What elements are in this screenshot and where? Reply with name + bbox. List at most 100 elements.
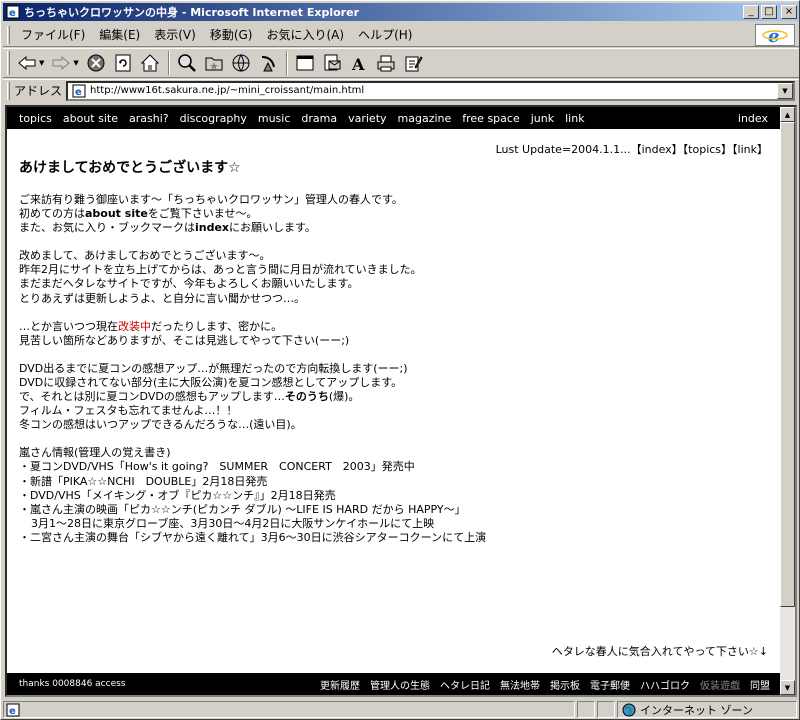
footer-link-hahagoroku[interactable]: ハハゴロク [640,677,690,692]
font-icon: A [351,55,365,73]
page-icon: e [71,83,87,99]
svg-text:e: e [9,8,16,19]
paragraph-dvd: DVD出るまでに夏コンの感想アップ…が無理だったので方向転換します(ーー;) D… [19,361,408,432]
address-dropdown-icon[interactable]: ▼ [777,82,793,99]
nav-free-space[interactable]: free space [462,112,519,125]
footer-link-profile[interactable]: 管理人の生態 [370,677,430,692]
scroll-up-icon[interactable]: ▲ [780,107,795,122]
page-headline: あけましておめでとうございます☆ [19,160,241,176]
footer-message: ヘタレな春人に気合入れてやって下さい☆↓ [551,645,768,658]
font-size-button[interactable]: A [346,50,372,76]
search-button[interactable] [174,50,200,76]
edit-button[interactable] [400,50,426,76]
menu-help[interactable]: ヘルプ(H) [351,24,419,45]
back-arrow-icon [18,56,36,70]
index-link[interactable]: index [195,221,229,234]
scroll-thumb[interactable] [780,122,795,607]
channels-button[interactable] [255,50,281,76]
zone-label: インターネット ゾーン [640,703,753,717]
address-input[interactable]: e http://www16t.sakura.ne.jp/~mini_crois… [66,80,795,101]
maximize-button[interactable]: □ [761,5,777,19]
stop-icon [87,54,105,72]
favorites-folder-icon [205,57,223,71]
paragraph-welcome: ご来訪有り難う御座います～「ちっちゃいクロワッサン」管理人の春人です。 初めての… [19,193,403,235]
menu-view[interactable]: 表示(V) [147,24,203,45]
history-button[interactable] [228,50,254,76]
footer-link-mail[interactable]: 電子郵便 [590,677,630,692]
history-globe-icon [232,54,250,72]
web-page: topics about site arashi? discography mu… [7,107,780,695]
nav-discography[interactable]: discography [180,112,247,125]
address-grip[interactable] [7,81,10,100]
status-panel-1 [577,701,595,718]
minimize-button[interactable]: _ [743,5,759,19]
address-bar: アドレス e http://www16t.sakura.ne.jp/~mini_… [3,79,799,101]
access-counter: thanks 0008846 access [19,679,126,689]
nav-magazine[interactable]: magazine [398,112,452,125]
edit-pencil-icon [405,56,423,72]
nav-link[interactable]: link [565,112,584,125]
menu-favorites[interactable]: お気に入り(A) [259,24,351,45]
footer-link-costume[interactable]: 仮装遊戯 [700,677,740,692]
menu-bar: ファイル(F) 編集(E) 表示(V) 移動(G) お気に入り(A) ヘルプ(H… [3,23,799,47]
satellite-icon [261,56,275,72]
menu-edit[interactable]: 編集(E) [92,24,147,45]
search-icon [178,54,196,72]
print-button[interactable] [373,50,399,76]
svg-text:A: A [351,55,365,73]
internet-zone-globe-icon [622,703,636,716]
footer-link-alliance[interactable]: 同盟 [750,677,770,692]
footer-link-history[interactable]: 更新履歴 [320,677,360,692]
nav-about-site[interactable]: about site [63,112,118,125]
back-dropdown-icon[interactable]: ▼ [39,59,44,67]
ie-page-icon: e [5,4,21,20]
nav-junk[interactable]: junk [531,112,554,125]
browser-window: e ちっちゃいクロワッサンの中身 - Microsoft Internet Ex… [0,0,800,720]
mail-button[interactable] [319,50,345,76]
nav-variety[interactable]: variety [348,112,386,125]
toolbar-grip[interactable] [7,51,10,75]
stop-button[interactable] [83,50,109,76]
page-status-icon: e [6,703,20,717]
forward-button[interactable] [48,50,74,76]
nav-index[interactable]: index [738,112,768,125]
last-update[interactable]: Lust Update=2004.1.1...【index】【topics】【l… [496,141,768,157]
address-url[interactable]: http://www16t.sakura.ne.jp/~mini_croissa… [90,85,777,96]
window-title: ちっちゃいクロワッサンの中身 - Microsoft Internet Expl… [24,6,359,19]
refresh-button[interactable] [110,50,136,76]
title-bar[interactable]: e ちっちゃいクロワッサンの中身 - Microsoft Internet Ex… [3,3,799,21]
back-button[interactable] [14,50,40,76]
fullscreen-icon [296,55,314,71]
footer-link-diary[interactable]: ヘタレ日記 [440,677,490,692]
scroll-down-icon[interactable]: ▼ [780,680,795,695]
menu-go[interactable]: 移動(G) [203,24,260,45]
vertical-scrollbar[interactable]: ▲ ▼ [780,107,795,695]
menu-grip[interactable] [7,25,10,44]
paragraph-renovation: …とか言いつつ現在改装中だったりします、密かに。 見苦しい箇所などありますが、そ… [19,319,350,347]
favorites-button[interactable] [201,50,227,76]
svg-text:e: e [75,87,82,98]
refresh-icon [115,54,131,72]
footer-link-bbs[interactable]: 掲示板 [550,677,580,692]
home-icon [140,54,159,72]
forward-arrow-icon [52,56,71,70]
renovation-text: 改装中 [118,319,151,333]
home-button[interactable] [137,50,163,76]
nav-music[interactable]: music [258,112,291,125]
forward-dropdown-icon[interactable]: ▼ [73,59,78,67]
nav-drama[interactable]: drama [301,112,337,125]
svg-text:e: e [768,26,779,45]
main-text: ご来訪有り難う御座います～「ちっちゃいクロワッサン」管理人の春人です。 初めての… [19,193,759,559]
page-viewport: topics about site arashi? discography mu… [5,105,797,697]
footer-link-lawless[interactable]: 無法地帯 [500,677,540,692]
paragraph-info: 嵐さん情報(管理人の覚え書き) ・夏コンDVD/VHS「How's it goi… [19,446,487,544]
close-button[interactable]: × [781,5,797,19]
fullscreen-button[interactable] [292,50,318,76]
about-site-link[interactable]: about site [85,207,148,220]
nav-topics[interactable]: topics [19,112,52,125]
nav-arashi[interactable]: arashi? [129,112,169,125]
menu-file[interactable]: ファイル(F) [14,24,92,45]
footer-bar: thanks 0008846 access 更新履歴 管理人の生態 ヘタレ日記 … [7,673,780,695]
address-label: アドレス [14,84,63,98]
status-panel-2 [597,701,615,718]
